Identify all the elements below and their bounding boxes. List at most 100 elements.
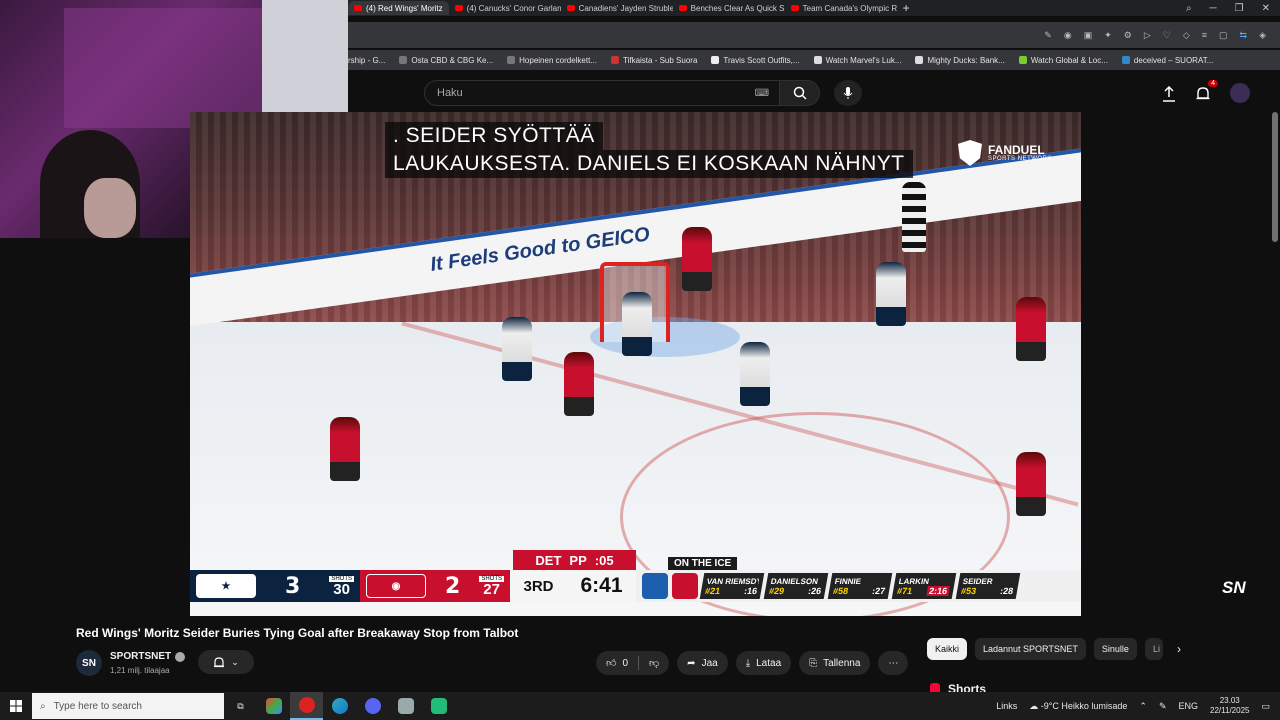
tab-label: Benches Clear As Quick Si — [690, 3, 785, 13]
taskbar-app-opera[interactable] — [290, 692, 323, 720]
search-input[interactable]: Haku ⌨ — [424, 80, 780, 106]
upload-button[interactable] — [1158, 84, 1180, 104]
site-icon — [507, 56, 516, 64]
bookmark-item[interactable]: deceived – SUORAT... — [1121, 56, 1213, 65]
browser-tab[interactable]: Benches Clear As Quick Si — [673, 1, 785, 15]
bookmark-item[interactable]: Watch Global & Loc... — [1018, 55, 1108, 65]
taskbar-app[interactable] — [389, 692, 422, 720]
tab-label: Team Canada's Olympic R — [802, 3, 897, 13]
wallet-icon[interactable]: ▣ — [1084, 30, 1093, 41]
pp-team: DET — [535, 552, 562, 568]
bookmark-item[interactable]: Osta CBD & CBG Ke... — [399, 56, 493, 65]
bookmark-item[interactable]: Tifkaista - Sub Suora — [610, 55, 698, 65]
chevron-up-icon[interactable]: ⌃ — [1139, 701, 1147, 712]
browser-tab[interactable]: (4) Canucks' Conor Garlan — [449, 1, 561, 15]
taskbar-app[interactable] — [257, 692, 290, 720]
taskbar-app-discord[interactable] — [356, 692, 389, 720]
bookmark-label: Watch Global & Loc... — [1030, 55, 1108, 65]
bookmark-item[interactable]: rship - G... — [348, 56, 385, 65]
more-actions-button[interactable]: ⋯ — [878, 651, 909, 675]
sidebar-icon[interactable]: ⇆ — [1240, 30, 1248, 41]
bookmark-label: Tifkaista - Sub Suora — [622, 55, 698, 65]
browser-tab[interactable]: (4) Red Wings' Moritz — [348, 1, 449, 15]
maximize-icon[interactable]: ❐ — [1235, 3, 1244, 14]
browser-tab[interactable]: Team Canada's Olympic R — [785, 1, 897, 15]
webcam-background — [64, 8, 264, 128]
red-wings-logo-icon — [672, 573, 698, 599]
share-button[interactable]: ➦ Jaa — [677, 651, 728, 675]
youtube-icon — [454, 5, 463, 11]
search-bar: Haku ⌨ — [424, 80, 820, 106]
task-view-button[interactable]: ⧉ — [224, 692, 257, 720]
browser-tab[interactable]: Canadiens' Jayden Struble — [561, 1, 673, 15]
links-toolbar[interactable]: Links — [996, 701, 1017, 711]
home-shots: SHOTS 27 — [479, 575, 504, 597]
start-button[interactable] — [0, 692, 32, 720]
player-white — [740, 342, 770, 406]
weather-widget[interactable]: ☁ -9°C Heikko lumisade — [1029, 701, 1127, 712]
save-label: Tallenna — [823, 657, 861, 669]
bookmark-item[interactable]: Travis Scott Outfits,... — [711, 56, 800, 65]
camera-icon[interactable]: ◉ — [1064, 30, 1072, 41]
channel-avatar[interactable]: SN — [76, 650, 102, 676]
taskbar-app-edge[interactable] — [323, 692, 356, 720]
cube-icon[interactable]: ◇ — [1183, 30, 1190, 41]
settings-icon[interactable]: ⚙ — [1124, 30, 1132, 41]
video-player[interactable]: It Feels Good to GEICO — [190, 112, 1081, 616]
edit-icon[interactable]: ✎ — [1044, 30, 1052, 41]
chip[interactable]: Li — [1144, 638, 1163, 660]
channel-name[interactable]: SPORTSNET — [110, 651, 171, 662]
play-icon[interactable]: ▷ — [1144, 30, 1151, 41]
bookmark-item[interactable]: Mighty Ducks: Bank... — [915, 56, 1005, 65]
voice-search-button[interactable] — [834, 80, 862, 106]
profile-icon[interactable]: ◈ — [1259, 30, 1266, 41]
notifications-button[interactable]: 4 — [1192, 80, 1218, 104]
chip[interactable]: Ladannut SPORTSNET — [975, 638, 1086, 660]
lock-icon[interactable]: ▢ — [1219, 30, 1228, 41]
home-team: ◉ 2 SHOTS 27 — [360, 570, 510, 602]
caption-line: LAUKAUKSESTA. DANIELS EI KOSKAAN NÄHNYT — [385, 150, 913, 178]
taskbar-app[interactable] — [422, 692, 455, 720]
close-icon[interactable]: ✕ — [1262, 3, 1270, 14]
taskbar: ⌕ Type here to search ⧉ Links ☁ -9°C Heik… — [0, 692, 1280, 720]
page-scrollbar[interactable] — [1272, 112, 1278, 242]
chip[interactable]: Kaikki — [927, 638, 968, 660]
search-button[interactable] — [780, 80, 820, 106]
account-avatar[interactable] — [1230, 83, 1250, 103]
keyboard-icon[interactable]: ⌨ — [755, 88, 769, 99]
clock[interactable]: 23.03 22/11/2025 — [1210, 696, 1249, 715]
chevron-right-icon[interactable]: › — [1177, 642, 1181, 656]
pen-icon[interactable]: ✎ — [1159, 701, 1167, 712]
site-icon — [1018, 56, 1027, 64]
download-button[interactable]: ⤓ Lataa — [735, 651, 792, 675]
bell-icon — [214, 656, 225, 667]
sponsor-logo: FANDUEL SPORTS NETWORK — [958, 140, 1052, 166]
channel-name-row[interactable]: SPORTSNET — [110, 651, 186, 662]
chip[interactable]: Sinulle — [1093, 638, 1137, 660]
player-toi: :28 — [999, 585, 1015, 596]
task-view-icon: ⧉ — [237, 700, 244, 711]
app-icon — [430, 698, 447, 714]
language-indicator[interactable]: ENG — [1179, 701, 1199, 711]
subscription-bell-button[interactable]: ⌄ — [198, 650, 254, 674]
tab-search-icon[interactable]: ⌕ — [1186, 3, 1192, 14]
notification-icon[interactable]: ▭ — [1261, 701, 1270, 712]
bookmark-item[interactable]: Watch Marvel's Luk... — [813, 56, 901, 65]
taskbar-search[interactable]: ⌕ Type here to search — [32, 693, 224, 719]
new-tab-button[interactable]: + — [903, 1, 910, 15]
heart-icon[interactable]: ♡ — [1163, 30, 1171, 41]
bookmark-item[interactable]: Hopeinen cordelkett... — [507, 56, 597, 65]
minimize-icon[interactable]: ─ — [1210, 3, 1217, 14]
app-icon — [265, 698, 282, 714]
like-button[interactable]: 👍︎ 0 — [596, 651, 638, 675]
dislike-button[interactable]: 👎︎ — [639, 651, 669, 675]
goalie — [622, 292, 652, 356]
search-placeholder: Haku — [437, 87, 463, 99]
thumbs-down-icon: 👎︎ — [649, 658, 660, 669]
save-button[interactable]: ⎘ Tallenna — [799, 651, 871, 675]
menu-icon[interactable]: ≡ — [1202, 30, 1207, 40]
extension-icon[interactable]: ✦ — [1104, 30, 1112, 41]
player-name: DANIELSON — [770, 576, 819, 586]
site-icon — [711, 56, 720, 64]
app-icon — [397, 698, 414, 714]
